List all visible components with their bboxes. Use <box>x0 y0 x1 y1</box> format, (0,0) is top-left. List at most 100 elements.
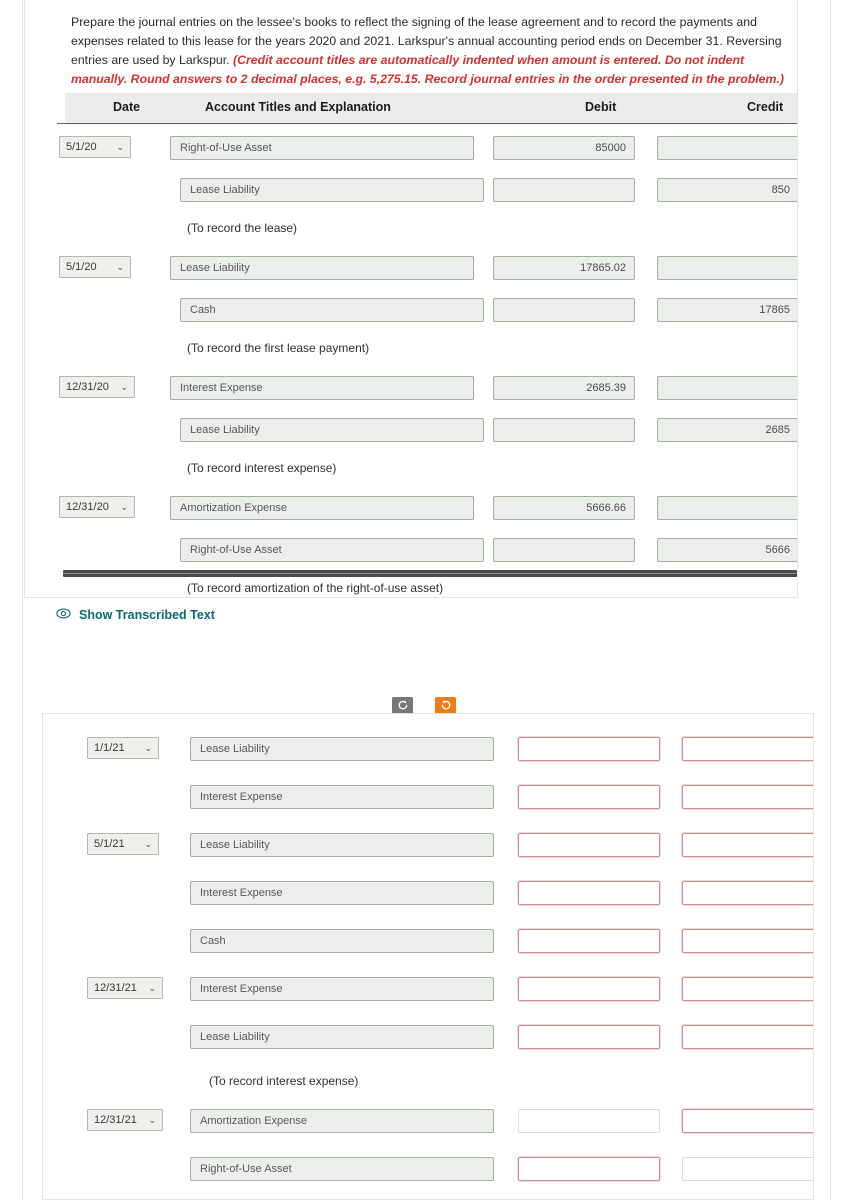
debit-amount-input[interactable] <box>493 538 635 562</box>
chevron-down-icon: ⌄ <box>148 1115 156 1125</box>
credit-cell: 2685 <box>657 418 797 442</box>
account-title-input[interactable]: Lease Liability <box>180 178 484 202</box>
show-transcribed-text-link[interactable]: Show Transcribed Text <box>56 608 215 622</box>
account-cell: Interest Expense <box>190 977 494 1001</box>
rotate-clockwise-icon <box>440 699 452 714</box>
account-title-input[interactable]: Lease Liability <box>170 256 474 280</box>
credit-amount-input[interactable]: 2685 <box>657 418 797 442</box>
debit-cell <box>517 832 661 858</box>
journal-entry-row: 1/1/21 ⌄ Lease Liability <box>59 734 813 770</box>
debit-amount-input[interactable] <box>518 1109 660 1133</box>
credit-cell <box>681 1108 813 1134</box>
credit-amount-input[interactable] <box>681 736 813 762</box>
account-cell: Interest Expense <box>190 881 494 905</box>
account-title-input[interactable]: Lease Liability <box>190 1025 494 1049</box>
journal-memo-line: (To record the lease) <box>187 221 298 235</box>
account-cell: Lease Liability <box>180 178 484 202</box>
credit-amount-input[interactable] <box>681 928 813 954</box>
account-title-input[interactable]: Interest Expense <box>190 977 494 1001</box>
credit-amount-input[interactable]: 5666 <box>657 538 797 562</box>
debit-amount-input[interactable] <box>493 418 635 442</box>
column-header-account: Account Titles and Explanation <box>205 100 391 114</box>
eye-icon <box>56 608 71 622</box>
journal-entry-row: Lease Liability 2685 <box>25 415 797 451</box>
debit-cell <box>517 736 661 762</box>
date-select[interactable]: 5/1/20 ⌄ <box>59 256 131 278</box>
credit-amount-input[interactable] <box>681 1108 813 1134</box>
credit-amount-input[interactable] <box>682 1157 813 1181</box>
chevron-down-icon: ⌄ <box>120 502 128 512</box>
account-title-input[interactable]: Right-of-Use Asset <box>180 538 484 562</box>
debit-amount-input[interactable]: 2685.39 <box>493 376 635 400</box>
credit-amount-input[interactable] <box>681 880 813 906</box>
chevron-down-icon: ⌄ <box>120 382 128 392</box>
credit-amount-input[interactable] <box>681 832 813 858</box>
credit-amount-input[interactable]: 17865 <box>657 298 797 322</box>
account-cell: Lease Liability <box>170 256 474 280</box>
date-cell: 5/1/20 ⌄ <box>59 256 131 278</box>
instructions-paragraph: Prepare the journal entries on the lesse… <box>71 13 797 89</box>
chevron-down-icon: ⌄ <box>148 983 156 993</box>
credit-cell <box>681 880 813 906</box>
date-cell: 5/1/20 ⌄ <box>59 136 131 158</box>
account-title-input[interactable]: Cash <box>190 929 494 953</box>
credit-amount-input[interactable]: 850 <box>657 178 797 202</box>
debit-amount-input[interactable]: 85000 <box>493 136 635 160</box>
account-cell: Cash <box>190 929 494 953</box>
debit-amount-input[interactable] <box>493 298 635 322</box>
account-title-input[interactable]: Right-of-Use Asset <box>170 136 474 160</box>
date-select[interactable]: 12/31/20 ⌄ <box>59 376 135 398</box>
credit-amount-input[interactable] <box>681 1024 813 1050</box>
account-title-input[interactable]: Amortization Expense <box>190 1109 494 1133</box>
debit-amount-input[interactable] <box>517 1156 661 1182</box>
journal-entry-row: Lease Liability 850 <box>25 175 797 211</box>
account-title-input[interactable]: Right-of-Use Asset <box>190 1157 494 1181</box>
account-title-input[interactable]: Lease Liability <box>180 418 484 442</box>
date-select[interactable]: 1/1/21 ⌄ <box>87 737 159 759</box>
debit-amount-input[interactable] <box>493 178 635 202</box>
credit-amount-input[interactable] <box>681 976 813 1002</box>
date-select[interactable]: 12/31/21 ⌄ <box>87 977 163 999</box>
credit-cell: 5666 <box>657 538 797 562</box>
date-select[interactable]: 5/1/20 ⌄ <box>59 136 131 158</box>
date-select-value: 5/1/20 <box>66 141 97 153</box>
account-title-input[interactable]: Cash <box>180 298 484 322</box>
debit-amount-input[interactable] <box>517 976 661 1002</box>
debit-amount-input[interactable]: 17865.02 <box>493 256 635 280</box>
account-title-input[interactable]: Interest Expense <box>190 785 494 809</box>
date-select-value: 12/31/21 <box>94 1114 137 1126</box>
credit-cell: 17865 <box>657 298 797 322</box>
debit-amount-input[interactable] <box>517 880 661 906</box>
account-title-input[interactable]: Lease Liability <box>190 737 494 761</box>
account-cell: Lease Liability <box>190 833 494 857</box>
account-title-input[interactable]: Lease Liability <box>190 833 494 857</box>
debit-amount-input[interactable] <box>517 736 661 762</box>
credit-amount-input[interactable] <box>657 136 797 160</box>
account-title-input[interactable]: Interest Expense <box>170 376 474 400</box>
table-header-underline <box>57 123 797 124</box>
journal-panel-blank: 1/1/21 ⌄ Lease Liability Interest Expense 5/… <box>42 713 814 1200</box>
account-cell: Right-of-Use Asset <box>180 538 484 562</box>
credit-amount-input[interactable] <box>657 496 797 520</box>
date-select-value: 12/31/20 <box>66 381 109 393</box>
date-cell: 1/1/21 ⌄ <box>87 737 159 759</box>
credit-cell <box>681 832 813 858</box>
date-select[interactable]: 12/31/20 ⌄ <box>59 496 135 518</box>
debit-amount-input[interactable]: 5666.66 <box>493 496 635 520</box>
debit-amount-input[interactable] <box>517 928 661 954</box>
debit-amount-input[interactable] <box>517 832 661 858</box>
credit-amount-input[interactable] <box>681 784 813 810</box>
date-select[interactable]: 12/31/21 ⌄ <box>87 1109 163 1131</box>
account-title-input[interactable]: Amortization Expense <box>170 496 474 520</box>
credit-cell <box>657 496 797 520</box>
credit-amount-input[interactable] <box>657 376 797 400</box>
credit-amount-input[interactable] <box>657 256 797 280</box>
credit-cell <box>681 976 813 1002</box>
debit-amount-input[interactable] <box>517 784 661 810</box>
date-select-value: 12/31/20 <box>66 501 109 513</box>
debit-amount-input[interactable] <box>517 1024 661 1050</box>
account-title-input[interactable]: Interest Expense <box>190 881 494 905</box>
date-select[interactable]: 5/1/21 ⌄ <box>87 833 159 855</box>
column-header-credit: Credit <box>747 100 784 114</box>
horizontal-scrollbar[interactable] <box>63 570 797 577</box>
